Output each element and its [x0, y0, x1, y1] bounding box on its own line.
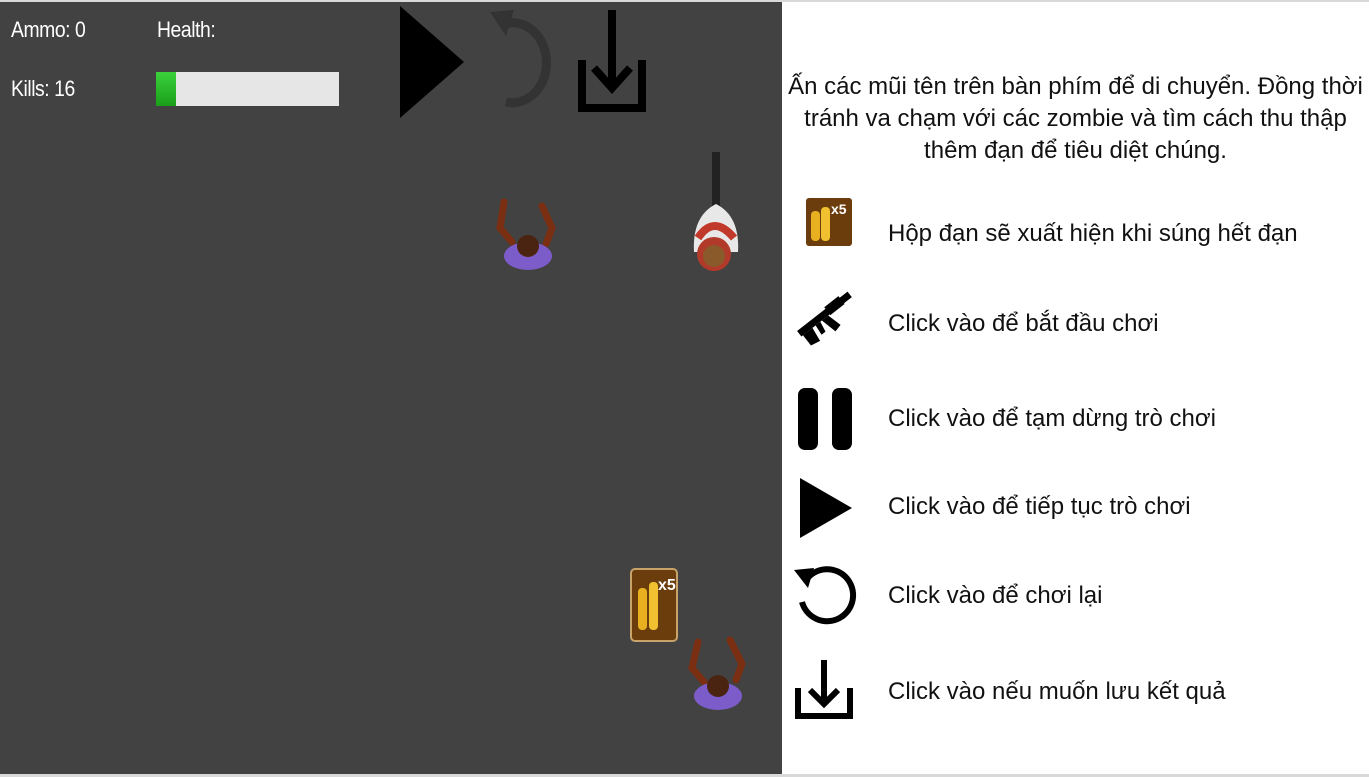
ammo-box-pickup: x5	[630, 568, 678, 642]
zombie-sprite	[496, 198, 556, 270]
restart-icon	[794, 566, 857, 625]
pause-icon	[798, 388, 852, 450]
download-icon	[795, 660, 853, 719]
download-icon[interactable]	[576, 8, 648, 114]
health-bar-fill	[156, 72, 177, 106]
play-icon	[800, 478, 852, 538]
health-label: Health:	[157, 17, 216, 42]
health-bar	[156, 72, 339, 106]
ammo-box-badge: x5	[831, 201, 847, 217]
kills-counter: Kills: 16	[11, 76, 75, 101]
ammo-box-icon: x5	[806, 198, 852, 246]
game-canvas[interactable]: Ammo: 0 Kills: 16 Health: x5	[0, 2, 782, 774]
instructions-intro: Ấn các mũi tên trên bàn phím để di chuyể…	[788, 73, 1363, 164]
legend-text-restart: Click vào để chơi lại	[888, 582, 1103, 609]
instructions-panel: Ấn các mũi tên trên bàn phím để di chuyể…	[782, 2, 1369, 774]
legend-text-ammo: Hộp đạn sẽ xuất hiện khi súng hết đạn	[888, 220, 1298, 247]
play-icon[interactable]	[398, 4, 466, 120]
ammo-box-badge: x5	[658, 577, 676, 594]
legend-text-resume: Click vào để tiếp tục trò chơi	[888, 493, 1191, 520]
zombie-sprite	[688, 636, 746, 710]
legend-text-save: Click vào nếu muốn lưu kết quả	[888, 678, 1226, 705]
player-sprite	[693, 152, 739, 271]
rifle-icon	[797, 291, 852, 346]
restart-icon[interactable]	[484, 6, 560, 114]
legend-text-pause: Click vào để tạm dừng trò chơi	[888, 405, 1216, 432]
legend-text-start: Click vào để bắt đầu chơi	[888, 310, 1159, 337]
ammo-counter: Ammo: 0	[11, 17, 86, 42]
